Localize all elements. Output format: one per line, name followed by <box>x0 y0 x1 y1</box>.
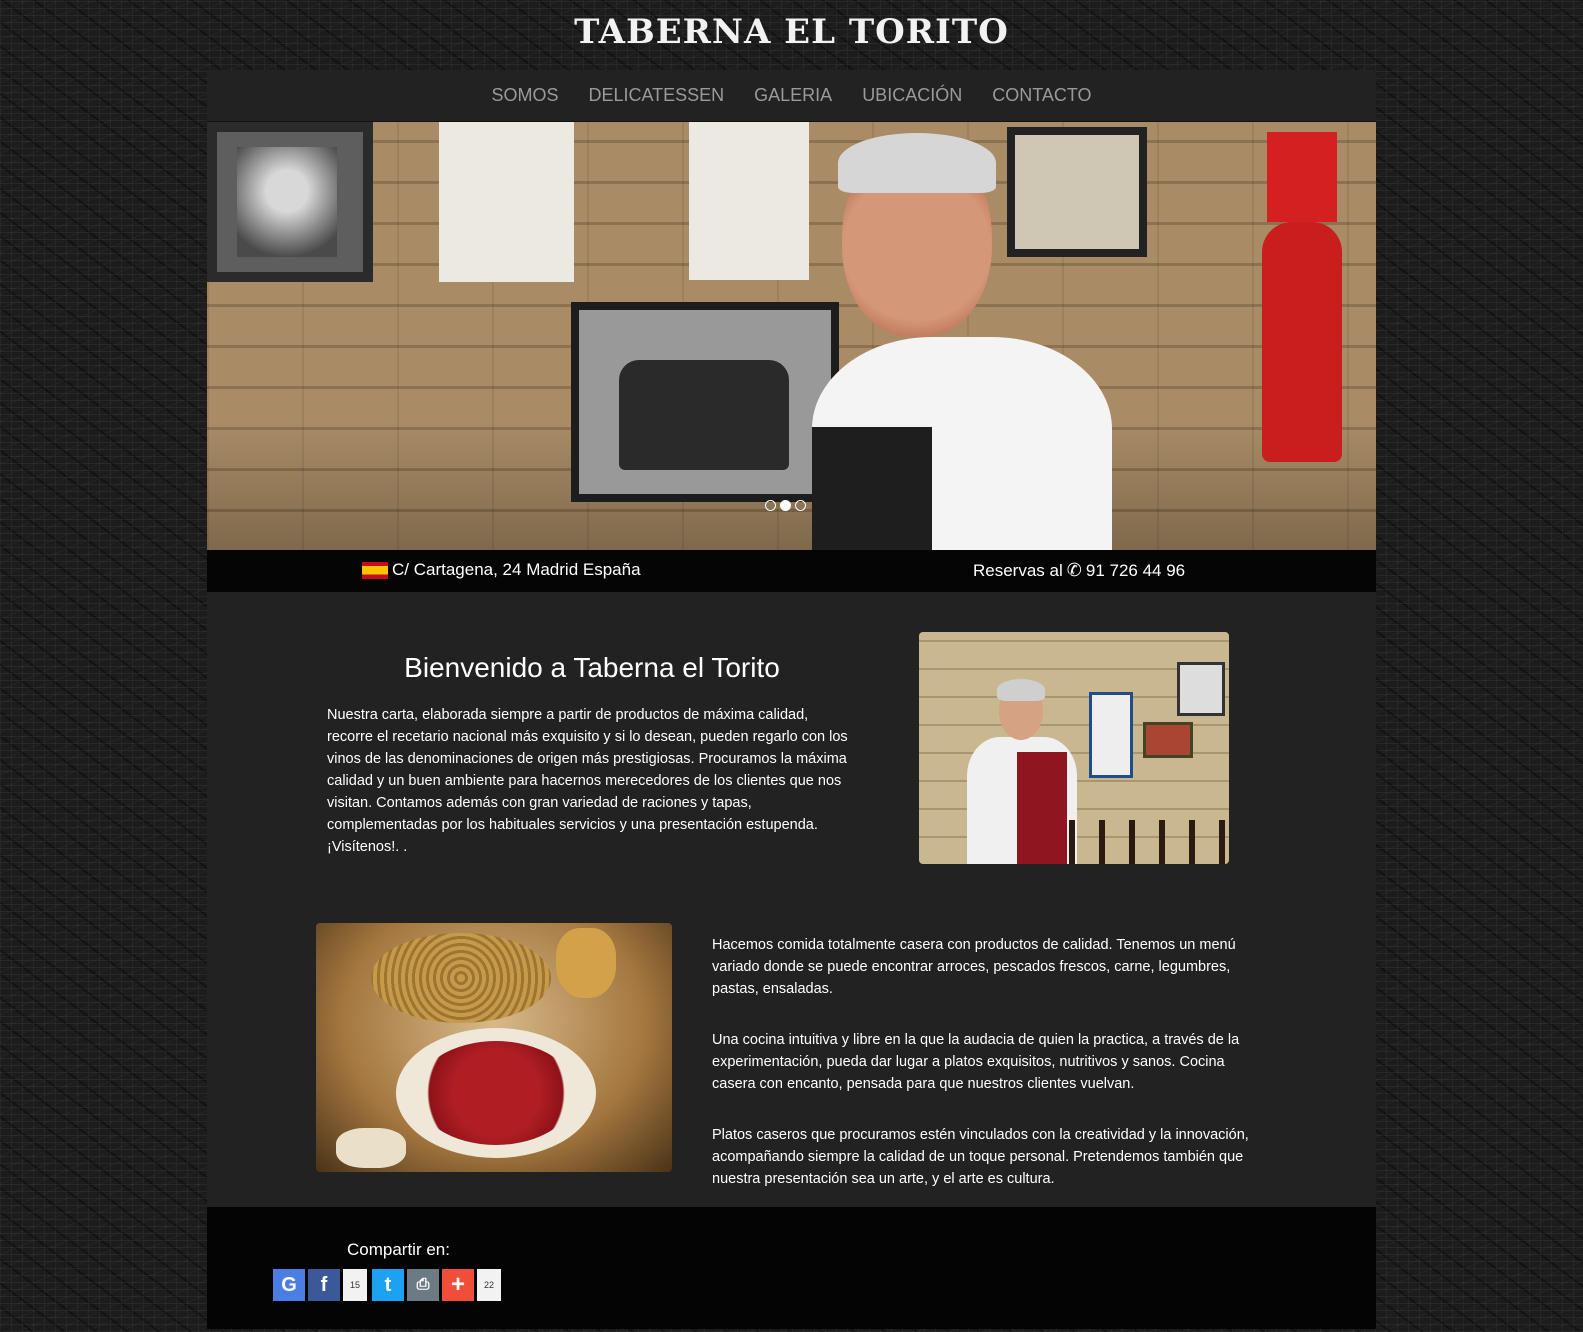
address: C/ Cartagena, 24 Madrid España <box>362 560 641 580</box>
hero-car-frame <box>571 302 839 502</box>
reservations: Reservas al ✆ 91 726 44 96 <box>973 560 1185 581</box>
nav-item-contacto[interactable]: CONTACTO <box>992 85 1091 106</box>
main-content: Bienvenido a Taberna el Torito Nuestra c… <box>207 592 1376 1207</box>
welcome-title: Bienvenido a Taberna el Torito <box>404 652 780 683</box>
spain-flag-icon <box>362 561 388 579</box>
slider-dots <box>765 500 806 511</box>
welcome-text: Nuestra carta, elaborada siempre a parti… <box>327 707 848 855</box>
slider-dot[interactable] <box>765 500 776 511</box>
twitter-icon[interactable]: t <box>372 1269 404 1301</box>
addthis-share-count: 22 <box>477 1269 501 1301</box>
slider-dot[interactable] <box>795 500 806 511</box>
google-icon[interactable]: G <box>273 1269 305 1301</box>
kitchen-paragraph-2: Una cocina intuitiva y libre en la que l… <box>712 1032 1240 1092</box>
hero-person <box>812 133 1112 550</box>
hero-paper <box>439 122 574 282</box>
info-bar: C/ Cartagena, 24 Madrid España Reservas … <box>207 550 1376 592</box>
share-label: Compartir en: <box>347 1240 450 1259</box>
nav-item-ubicacion[interactable]: UBICACIÓN <box>862 85 962 106</box>
slider-dot-active[interactable] <box>780 500 791 511</box>
page-container: SOMOS DELICATESSEN GALERIA UBICACIÓN CON… <box>207 70 1376 1329</box>
print-icon[interactable]: ⎙ <box>407 1269 439 1301</box>
ham-photo <box>316 923 672 1172</box>
site-logo[interactable]: TABERNA EL TORITO <box>0 12 1583 52</box>
address-text: C/ Cartagena, 24 Madrid España <box>392 560 641 579</box>
facebook-icon[interactable]: f <box>308 1269 340 1301</box>
kitchen-paragraph-3: Platos caseros que procuramos estén vinc… <box>712 1127 1249 1187</box>
owner-photo <box>919 632 1229 864</box>
addthis-icon[interactable]: + <box>442 1269 474 1301</box>
main-nav: SOMOS DELICATESSEN GALERIA UBICACIÓN CON… <box>207 70 1376 122</box>
nav-item-galeria[interactable]: GALERIA <box>754 85 832 106</box>
kitchen-paragraph-1: Hacemos comida totalmente casera con pro… <box>712 937 1236 997</box>
footer: Compartir en: G f 15 t ⎙ + 22 <box>207 1207 1376 1329</box>
phone-number[interactable]: 91 726 44 96 <box>1086 561 1185 581</box>
nav-item-delicatessen[interactable]: DELICATESSEN <box>588 85 724 106</box>
facebook-share-count: 15 <box>343 1269 367 1301</box>
nav-item-somos[interactable]: SOMOS <box>491 85 558 106</box>
phone-icon: ✆ <box>1066 560 1082 580</box>
hero-paper <box>689 122 809 280</box>
reservations-label: Reservas al <box>973 560 1063 580</box>
hero-portrait-frame <box>207 122 373 282</box>
hero-extinguisher <box>1252 132 1347 462</box>
hero-slider[interactable] <box>207 122 1376 550</box>
share-buttons: G f 15 t ⎙ + 22 <box>273 1269 503 1301</box>
